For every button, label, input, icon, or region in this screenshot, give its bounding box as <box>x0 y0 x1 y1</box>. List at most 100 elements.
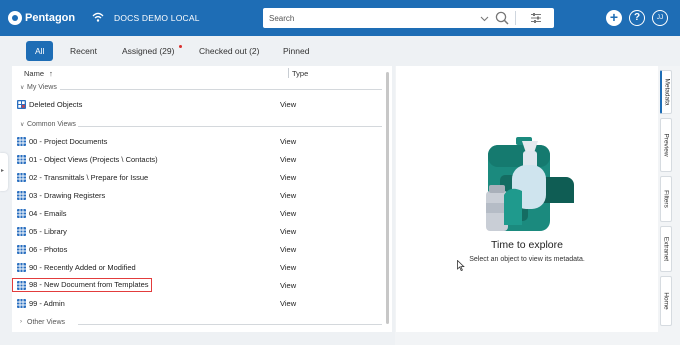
group-divider <box>78 324 382 325</box>
chevron-down-icon: ∨ <box>20 85 25 91</box>
side-tab-label: Metadata <box>663 78 670 106</box>
list-item[interactable]: 03 - Drawing Registers View <box>12 187 382 204</box>
column-header-type[interactable]: Type <box>292 69 308 78</box>
side-tab-label: Extranet <box>662 236 670 262</box>
tab-pinned[interactable]: Pinned <box>274 41 318 61</box>
column-resize-handle[interactable] <box>288 68 289 78</box>
tab-assigned-label: Assigned (29) <box>122 46 175 56</box>
list-item-name: Deleted Objects <box>29 100 83 109</box>
search-options-icon[interactable] <box>530 13 542 23</box>
list-item-type: View <box>280 263 297 272</box>
side-tab-metadata[interactable]: Metadata <box>660 70 672 114</box>
view-tabs: All Recent Assigned (29) Checked out (2)… <box>0 36 680 66</box>
list-item[interactable]: 99 - Admin View <box>12 295 382 312</box>
chevron-down-icon: ∨ <box>20 122 25 128</box>
column-header-name-label: Name <box>24 69 45 78</box>
metadata-panel: Time to explore Select an object to view… <box>396 66 658 332</box>
list-item-type: View <box>280 100 297 109</box>
group-label: Other Views <box>27 319 65 326</box>
list-item-name: 03 - Drawing Registers <box>29 191 106 200</box>
list-item-name: 90 - Recently Added or Modified <box>29 263 136 272</box>
app-logo[interactable]: Pentagon <box>8 10 75 26</box>
vault-name[interactable]: DOCS DEMO LOCAL <box>114 13 200 23</box>
view-icon <box>17 227 26 236</box>
tab-all[interactable]: All <box>26 41 54 61</box>
search-icon[interactable] <box>495 11 509 25</box>
list-item-name: 04 - Emails <box>29 209 67 218</box>
list-item-type: View <box>280 191 297 200</box>
view-icon <box>17 137 26 146</box>
view-icon <box>17 173 26 182</box>
list-item[interactable]: 05 - Library View <box>12 223 382 240</box>
side-tab-home[interactable]: Home <box>660 276 672 326</box>
mouse-cursor-icon <box>457 260 465 271</box>
view-icon <box>17 155 26 164</box>
group-divider <box>78 126 382 127</box>
side-tab-filters[interactable]: Filters <box>660 176 672 222</box>
group-common-views[interactable]: ∨ Common Views <box>12 120 382 132</box>
group-label: My Views <box>27 84 57 91</box>
list-item-name: 02 - Transmittals \ Prepare for Issue <box>29 173 149 182</box>
chevron-right-icon: ▸ <box>1 168 5 174</box>
list-item-type: View <box>280 227 297 236</box>
list-item-type: View <box>280 245 297 254</box>
list-item-name: 98 - New Document from Templates <box>12 278 152 292</box>
view-icon <box>17 245 26 254</box>
group-divider <box>60 89 382 90</box>
list-item-type: View <box>280 299 297 308</box>
list-item-type: View <box>280 209 297 218</box>
create-new-button[interactable]: + <box>606 10 622 26</box>
chevron-right-icon: › <box>20 319 22 325</box>
expand-navigation-handle[interactable]: ▸ <box>0 153 8 191</box>
list-item[interactable]: 01 - Object Views (Projects \ Contacts) … <box>12 151 382 168</box>
side-tab-label: Home <box>662 292 670 310</box>
sort-ascending-icon: ↑ <box>49 69 53 78</box>
search-input[interactable] <box>269 11 469 25</box>
side-tab-label: Preview <box>662 133 670 157</box>
list-item-name: 99 - Admin <box>29 299 65 308</box>
list-item[interactable]: 98 - New Document from Templates View <box>12 277 382 294</box>
tab-checked-out[interactable]: Checked out (2) <box>190 41 268 61</box>
list-item-type: View <box>280 137 297 146</box>
list-item-name: 05 - Library <box>29 227 67 236</box>
listing-pane: Name ↑ Type ∨ My Views Deleted Objects V… <box>12 66 392 332</box>
chevron-down-icon[interactable] <box>480 14 489 23</box>
empty-state-subtitle: Select an object to view its metadata. <box>469 256 585 263</box>
list-item[interactable]: 02 - Transmittals \ Prepare for Issue Vi… <box>12 169 382 186</box>
list-item-name: 01 - Object Views (Projects \ Contacts) <box>29 155 158 164</box>
list-item-name: 06 - Photos <box>29 245 68 254</box>
view-icon <box>17 191 26 200</box>
side-tab-preview[interactable]: Preview <box>660 118 672 172</box>
view-icon <box>17 263 26 272</box>
empty-state-title: Time to explore <box>491 239 563 251</box>
list-item[interactable]: 06 - Photos View <box>12 241 382 258</box>
logo-icon <box>8 11 22 25</box>
list-item[interactable]: 04 - Emails View <box>12 205 382 222</box>
search-bar <box>263 8 554 28</box>
logo-text: Pentagon <box>25 12 76 24</box>
search-divider <box>515 11 516 25</box>
group-label: Common Views <box>27 121 76 128</box>
deleted-objects-icon <box>17 100 26 109</box>
list-item-type: View <box>280 155 297 164</box>
group-my-views[interactable]: ∨ My Views <box>12 83 382 95</box>
side-tab-extranet[interactable]: Extranet <box>660 226 672 272</box>
list-item-type: View <box>280 173 297 182</box>
user-avatar[interactable]: JJ <box>652 10 668 26</box>
help-icon[interactable]: ? <box>629 10 645 26</box>
scrollbar[interactable] <box>386 72 389 324</box>
view-icon <box>17 209 26 218</box>
top-bar: Pentagon DOCS DEMO LOCAL + ? JJ <box>0 0 680 36</box>
list-item-name: 00 - Project Documents <box>29 137 108 146</box>
column-header-name[interactable]: Name ↑ <box>24 69 53 78</box>
list-item[interactable]: 90 - Recently Added or Modified View <box>12 259 382 276</box>
tab-recent[interactable]: Recent <box>61 41 106 61</box>
list-item[interactable]: 00 - Project Documents View <box>12 133 382 150</box>
side-tab-label: Filters <box>662 190 670 208</box>
connection-icon <box>92 12 104 22</box>
list-item[interactable]: Deleted Objects View <box>12 96 382 113</box>
group-other-views[interactable]: › Other Views <box>12 318 382 330</box>
backpack-illustration <box>486 137 574 231</box>
tab-assigned[interactable]: Assigned (29) <box>113 41 183 61</box>
view-icon <box>17 299 26 308</box>
